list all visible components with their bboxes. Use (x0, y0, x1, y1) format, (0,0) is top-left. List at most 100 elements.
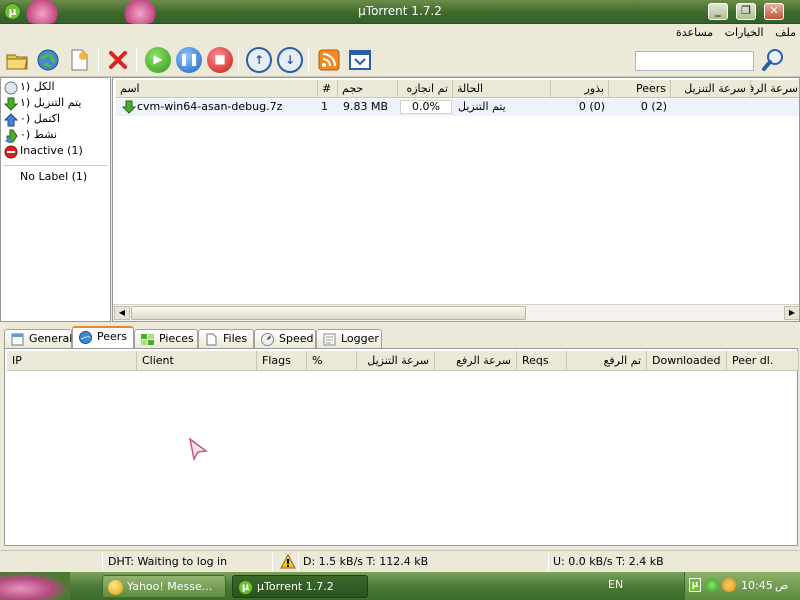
peer-column-downloaded[interactable]: Downloaded (647, 351, 727, 371)
peer-column-percent[interactable]: % (307, 351, 357, 371)
column-header-down-speed[interactable]: سرعة التنزيل (671, 80, 751, 98)
yahoo-messenger-icon (108, 580, 123, 595)
category-label: Inactive (1) (20, 144, 83, 157)
column-header-up-speed[interactable]: سرعة الرفع (751, 80, 799, 98)
status-separator (272, 553, 273, 571)
all-icon (4, 81, 18, 95)
close-button[interactable]: ✕ (764, 3, 784, 20)
download-status: D: 1.5 kB/s T: 112.4 kB (303, 555, 429, 568)
torrent-down-speed (673, 99, 747, 115)
maximize-button[interactable]: ❐ (736, 3, 756, 20)
status-separator (102, 553, 103, 571)
warning-icon[interactable] (280, 554, 296, 569)
preferences-icon[interactable] (347, 47, 373, 73)
menu-bar: ملف الخيارات مساعدة (0, 24, 800, 43)
peer-column-flags[interactable]: Flags (257, 351, 307, 371)
category-downloading[interactable]: يتم التنزيل (١ (1, 96, 110, 112)
open-folder-icon[interactable] (4, 47, 30, 73)
language-indicator[interactable]: EN (608, 578, 623, 591)
category-no-label[interactable]: No Label (1) (1, 170, 110, 186)
menu-file[interactable]: ملف (771, 24, 800, 41)
peer-column-peer-dl[interactable]: Peer dl. (727, 351, 799, 371)
tab-label: Pieces (159, 332, 194, 345)
peer-column-reqs[interactable]: Reqs (517, 351, 567, 371)
column-header-queue[interactable]: # (318, 80, 338, 98)
category-label: نشط (٠ (20, 128, 58, 141)
stop-icon[interactable]: ■ (207, 47, 233, 73)
utorrent-icon: µ (238, 580, 253, 595)
category-label: يتم التنزيل (١ (20, 96, 82, 109)
globe-add-url-icon[interactable] (35, 47, 61, 73)
toolbar: ▶ ❚❚ ■ ↑ ↓ (0, 43, 800, 77)
rss-icon[interactable] (316, 47, 342, 73)
inactive-icon (4, 145, 18, 159)
torrent-seeds: 0 (0) (578, 100, 605, 113)
category-active[interactable]: نشط (٠ (1, 128, 110, 144)
tab-label: Files (223, 332, 248, 345)
tab-general[interactable]: General (4, 329, 72, 348)
general-icon (11, 333, 24, 346)
column-header-peers[interactable]: Peers (609, 80, 671, 98)
column-header-done[interactable]: تم انجازه (398, 80, 453, 98)
peer-column-up-speed[interactable]: سرعة الرفع (435, 351, 517, 371)
tab-label: General (29, 332, 73, 345)
peer-column-ip[interactable]: IP (7, 351, 137, 371)
category-inactive[interactable]: Inactive (1) (1, 144, 110, 160)
downloading-icon (122, 100, 136, 114)
tab-peers[interactable]: Peers (72, 326, 134, 348)
torrent-queue: 1 (321, 100, 328, 113)
search-input[interactable] (635, 51, 754, 71)
utorrent-tray-icon[interactable]: µ (689, 578, 701, 592)
tab-files[interactable]: Files (198, 329, 254, 348)
tab-speed[interactable]: Speed (254, 329, 316, 348)
search-icon[interactable] (760, 47, 786, 73)
peer-column-client[interactable]: Client (137, 351, 257, 371)
move-up-icon[interactable]: ↑ (246, 47, 272, 73)
downloading-icon (4, 97, 18, 111)
scroll-left-button[interactable]: ◀ (114, 306, 130, 320)
peer-column-uploaded[interactable]: تم الرفع (567, 351, 647, 371)
peer-column-down-speed[interactable]: سرعة التنزيل (357, 351, 435, 371)
torrent-peers: 0 (2) (640, 100, 667, 113)
menu-help[interactable]: مساعدة (672, 24, 717, 41)
category-label: اكتمل (٠ (20, 112, 61, 125)
taskbar-item-utorrent[interactable]: µ µTorrent 1.7.2 (232, 575, 368, 598)
toolbar-separator (136, 48, 137, 72)
menu-options[interactable]: الخيارات (721, 24, 768, 41)
start-icon[interactable]: ▶ (145, 47, 171, 73)
tab-logger[interactable]: Logger (316, 329, 382, 348)
category-label: No Label (1) (20, 170, 88, 183)
torrent-done: 0.0% (412, 100, 440, 113)
create-torrent-icon[interactable] (66, 47, 92, 73)
peers-icon (79, 331, 92, 344)
column-header-status[interactable]: الحالة (453, 80, 551, 98)
tab-pieces[interactable]: Pieces (134, 329, 198, 348)
column-header-size[interactable]: حجم (338, 80, 398, 98)
column-header-name[interactable]: اسم (116, 80, 318, 98)
minimize-button[interactable]: _ (708, 3, 728, 20)
remove-icon[interactable] (105, 47, 131, 73)
tab-label: Speed (279, 332, 314, 345)
category-all[interactable]: الكل (١ (1, 80, 110, 96)
tab-label: Logger (341, 332, 379, 345)
torrent-status: يتم التنزيل (458, 100, 506, 113)
column-header-seeds[interactable]: بذور (551, 80, 609, 98)
category-label: الكل (١ (20, 80, 55, 93)
clock-time[interactable]: 10:45 (741, 579, 773, 592)
window-title: µTorrent 1.7.2 (358, 4, 442, 18)
scrollbar-thumb[interactable] (131, 306, 526, 320)
active-icon (5, 129, 18, 143)
toolbar-separator (98, 48, 99, 72)
pause-icon[interactable]: ❚❚ (176, 47, 202, 73)
scroll-right-button[interactable]: ▶ (784, 306, 799, 320)
toolbar-separator (308, 48, 309, 72)
taskbar: Yahoo! Messe... µ µTorrent 1.7.2 EN µ 10… (0, 572, 800, 600)
messenger-tray-icon[interactable] (722, 578, 736, 592)
taskbar-item-yahoo[interactable]: Yahoo! Messe... (102, 575, 226, 598)
start-button[interactable] (0, 572, 70, 600)
category-completed[interactable]: اكتمل (٠ (1, 112, 110, 128)
move-down-icon[interactable]: ↓ (277, 47, 303, 73)
network-tray-icon[interactable] (705, 578, 719, 592)
horizontal-scrollbar[interactable]: ◀ ▶ (113, 304, 799, 321)
tab-label: Peers (97, 330, 128, 343)
